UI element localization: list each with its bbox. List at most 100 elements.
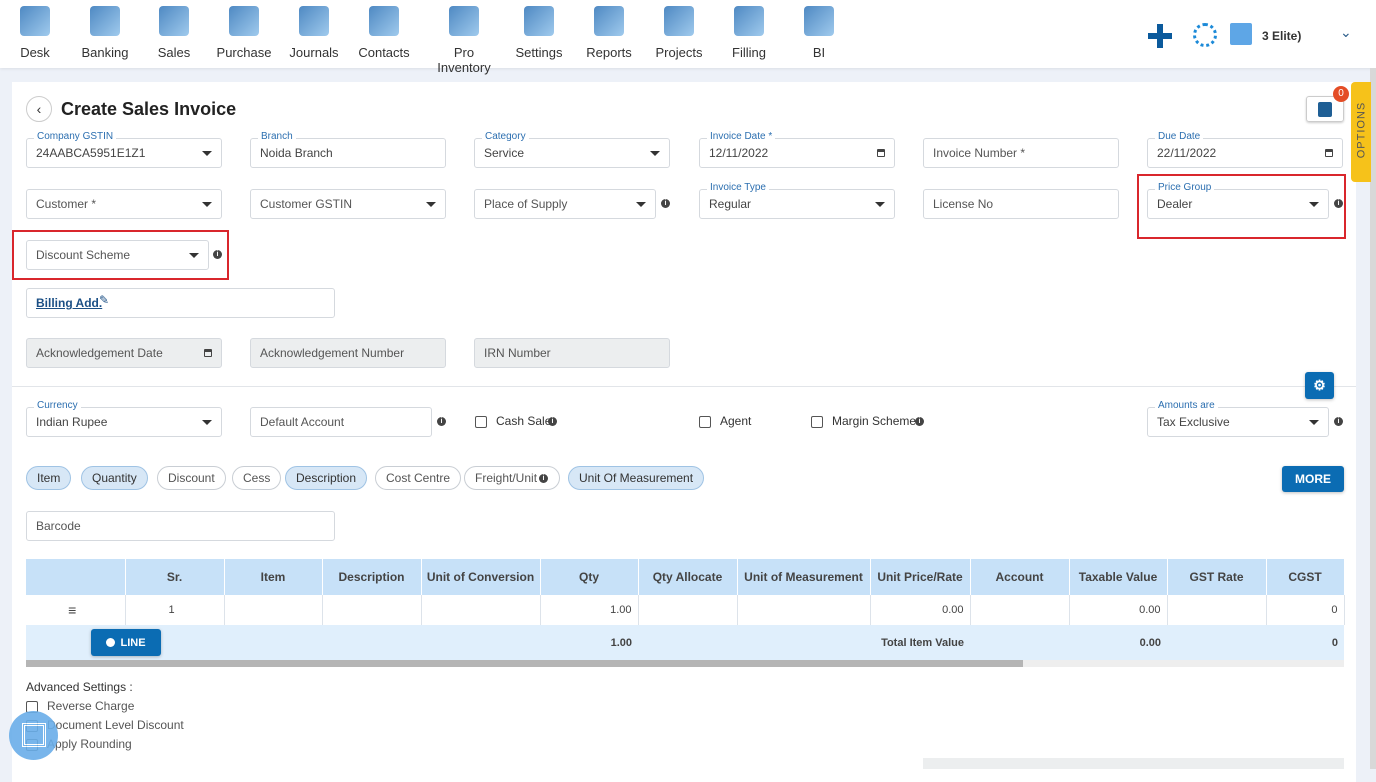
table-cell[interactable]: 1	[125, 595, 225, 625]
table-cell[interactable]	[224, 595, 323, 625]
table-cell[interactable]	[737, 595, 871, 625]
table-cell[interactable]: 1.00	[540, 595, 639, 625]
column-chip[interactable]: Cess	[232, 466, 282, 490]
nav-item-filling[interactable]: Filling	[717, 6, 781, 60]
settings-button[interactable]: ⚙	[1305, 372, 1334, 399]
invoice-type-field[interactable]: Invoice Type Regular	[699, 182, 895, 219]
dropdown-caret-icon	[636, 201, 646, 207]
nav-item-bi[interactable]: BI	[787, 6, 851, 60]
table-cell[interactable]	[1167, 595, 1267, 625]
table-scrollbar[interactable]	[26, 660, 1344, 667]
summary-panel	[923, 758, 1344, 769]
journals-icon	[299, 6, 329, 36]
column-chip[interactable]: Unit Of Measurement	[568, 466, 705, 490]
nav-item-settings[interactable]: Settings	[507, 6, 571, 60]
info-icon: i	[548, 417, 557, 426]
table-cell[interactable]: 0.00	[1069, 595, 1168, 625]
edit-icon[interactable]: ✎	[99, 293, 109, 307]
irn-number-field[interactable]: IRN Number	[474, 338, 670, 368]
add-icon[interactable]	[1148, 24, 1172, 48]
calendar-icon	[1325, 149, 1333, 157]
column-header: Taxable Value	[1069, 559, 1168, 595]
field-value: 22/11/2022	[1157, 146, 1217, 160]
info-icon: i	[539, 474, 548, 483]
table-cell[interactable]	[322, 595, 422, 625]
cash-sale-checkbox[interactable]: Cash Sale	[475, 414, 551, 428]
currency-field[interactable]: Currency Indian Rupee	[26, 400, 222, 437]
place-of-supply-field[interactable]: Place of Supply	[474, 189, 656, 219]
column-header: CGST	[1266, 559, 1345, 595]
field-label: Due Date	[1155, 131, 1204, 142]
table-row[interactable]: ≡ 1 1.00 0.00 0.00 0	[26, 595, 1345, 625]
invoice-number-field[interactable]: Invoice Number *	[923, 138, 1119, 168]
more-button[interactable]: MORE	[1282, 466, 1344, 492]
back-button[interactable]: ‹	[26, 96, 52, 122]
option-label: Document Level Discount	[47, 718, 184, 732]
nav-item-sales[interactable]: Sales	[142, 6, 206, 60]
advanced-option-checkbox[interactable]: Reverse Charge	[26, 699, 184, 718]
column-chip[interactable]: Discount	[157, 466, 226, 490]
nav-item-desk[interactable]: Desk	[3, 6, 67, 60]
field-label: Invoice Type	[707, 182, 769, 193]
highlight-price-group	[1137, 174, 1346, 239]
table-cell[interactable]: 0	[1266, 595, 1345, 625]
nav-label: Filling	[732, 45, 766, 60]
default-account-field[interactable]: Default Account	[250, 407, 432, 437]
field-value: Noida Branch	[260, 146, 333, 160]
sales-icon	[159, 6, 189, 36]
nav-label: Sales	[157, 45, 191, 60]
drag-handle-icon[interactable]: ≡	[68, 602, 76, 618]
amounts-are-field[interactable]: Amounts are Tax Exclusive	[1147, 400, 1329, 437]
branch-field[interactable]: Branch Noida Branch	[250, 131, 446, 168]
billing-address-link[interactable]: Billing Add.	[36, 296, 102, 310]
agent-checkbox[interactable]: Agent	[699, 414, 751, 428]
company-gstin-field[interactable]: Company GSTIN 24AABCA5951E1Z1	[26, 131, 222, 168]
nav-item-journals[interactable]: Journals	[282, 6, 346, 60]
field-value: Regular	[709, 197, 752, 211]
category-field[interactable]: Category Service	[474, 131, 670, 168]
table-cell[interactable]	[638, 595, 738, 625]
barcode-field[interactable]: Barcode	[26, 511, 335, 541]
margin-scheme-checkbox[interactable]: Margin Scheme	[811, 414, 916, 428]
nav-item-pro-inventory[interactable]: Pro Inventory	[432, 6, 496, 75]
column-header: Description	[322, 559, 422, 595]
company-name[interactable]: 3 Elite)	[1262, 29, 1301, 43]
table-cell[interactable]	[970, 595, 1070, 625]
calculator-icon[interactable]	[1230, 23, 1252, 45]
add-line-button[interactable]: LINE	[91, 629, 161, 656]
field-label: Amounts are	[1155, 400, 1218, 411]
apps-fab[interactable]	[9, 711, 58, 760]
due-date-field[interactable]: Due Date 22/11/2022	[1147, 131, 1343, 168]
nav-label: Contacts	[358, 45, 410, 60]
nav-item-reports[interactable]: Reports	[577, 6, 641, 60]
margin-scheme-label: Margin Scheme	[832, 414, 917, 428]
nav-item-projects[interactable]: Projects	[647, 6, 711, 60]
gear-icon[interactable]	[1193, 23, 1217, 47]
grid-icon	[21, 723, 46, 747]
table-cell[interactable]: 0.00	[870, 595, 971, 625]
nav-item-purchase[interactable]: Purchase	[212, 6, 276, 60]
invoice-date-field[interactable]: Invoice Date * 12/11/2022	[699, 131, 895, 168]
nav-item-contacts[interactable]: Contacts	[352, 6, 416, 60]
column-header: Sr.	[125, 559, 225, 595]
table-cell[interactable]: ≡	[26, 595, 126, 625]
ack-date-field[interactable]: Acknowledgement Date	[26, 338, 222, 368]
options-tab[interactable]: OPTIONS	[1351, 82, 1371, 182]
info-icon: i	[915, 417, 924, 426]
chevron-down-icon[interactable]: ⌄	[1340, 24, 1352, 41]
ack-number-field[interactable]: Acknowledgement Number	[250, 338, 446, 368]
column-chip[interactable]: Item	[26, 466, 72, 490]
column-chip[interactable]: Quantity	[81, 466, 148, 490]
totals-row: LINE 1.00 Total Item Value 0.00 0	[26, 625, 1344, 660]
nav-item-banking[interactable]: Banking	[73, 6, 137, 60]
field-placeholder: License No	[933, 197, 994, 211]
license-no-field[interactable]: License No	[923, 189, 1119, 219]
customer-field[interactable]: Customer *	[26, 189, 222, 219]
customer-gstin-field[interactable]: Customer GSTIN	[250, 189, 446, 219]
column-chip[interactable]: Description	[285, 466, 368, 490]
column-chip[interactable]: Cost Centre	[375, 466, 462, 490]
items-table: Sr. Item Description Unit of Conversion Qty Q…	[26, 559, 1345, 660]
top-nav: 3 Elite) ⌄ Desk Banking Sales Purchase Journ…	[0, 0, 1376, 75]
field-label: Category	[482, 131, 529, 142]
table-cell[interactable]	[421, 595, 541, 625]
